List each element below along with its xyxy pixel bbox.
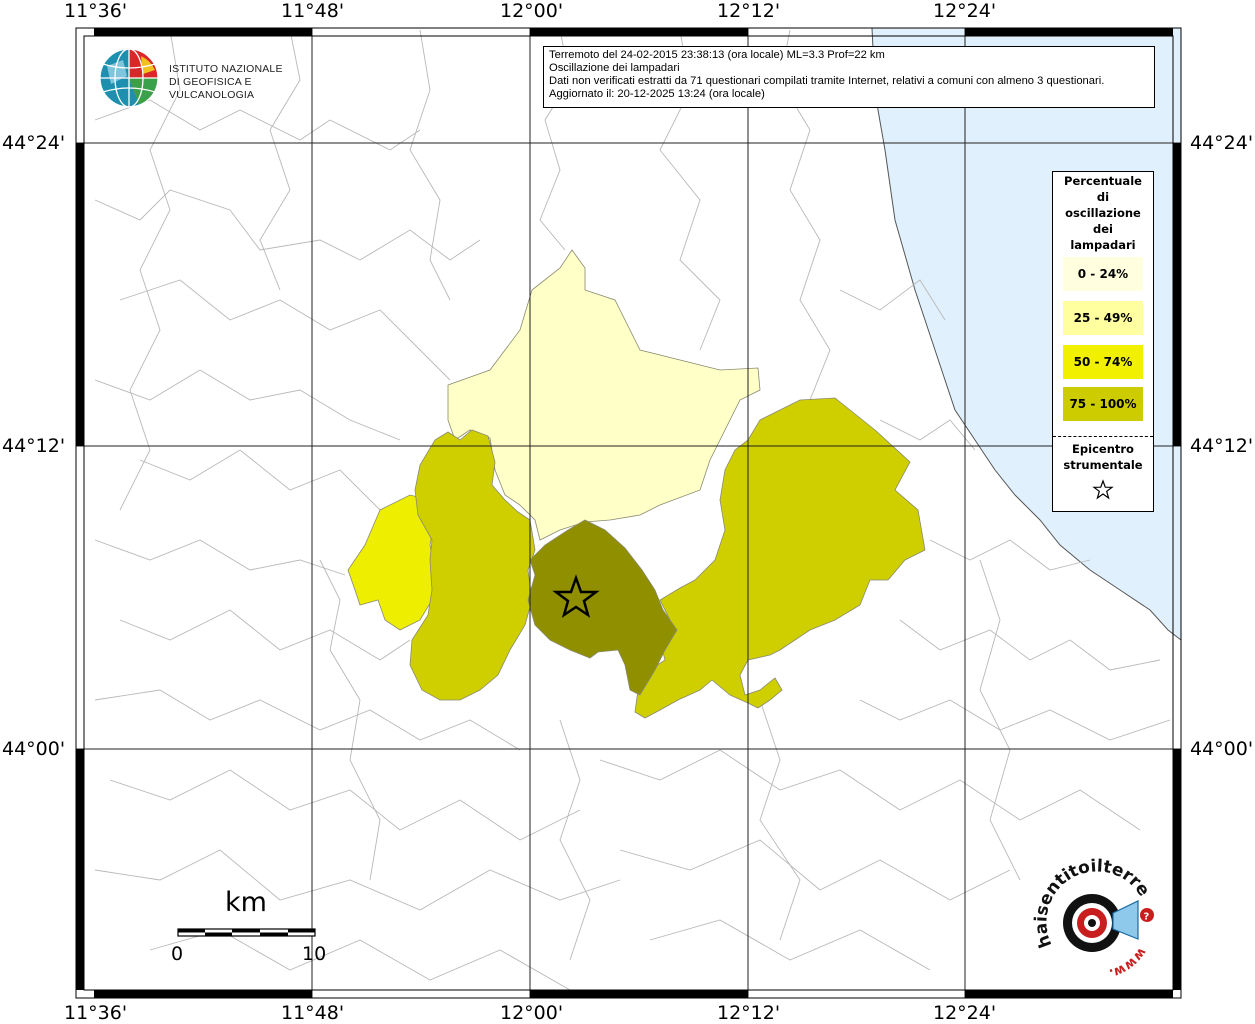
legend-swatch-25-49: 25 - 49% xyxy=(1063,301,1143,335)
lat-tick-left-1: 44°24' xyxy=(2,132,66,154)
lon-tick-bottom-3: 12°00' xyxy=(500,1002,564,1024)
event-info-line3: Dati non verificati estratti da 71 quest… xyxy=(549,75,1105,87)
scale-bar-end: 10 xyxy=(302,943,327,965)
lat-tick-right-2: 44°12' xyxy=(1190,435,1254,457)
haisentito-logo-icon: haisentitoilterremoto.it www. ? xyxy=(1021,840,1154,981)
ingv-logo-line1: ISTITUTO NAZIONALE xyxy=(169,63,283,75)
ingv-logo-line2: DI GEOFISICA E VULCANOLOGIA xyxy=(169,76,255,101)
lon-tick-bottom-2: 11°48' xyxy=(281,1002,345,1024)
legend-title-line2: di xyxy=(1096,190,1110,204)
lon-tick-top-4: 12°12' xyxy=(717,0,781,22)
haisentito-logo-prefix: www. xyxy=(1107,945,1149,981)
legend-epicenter-line2: strumentale xyxy=(1063,458,1143,472)
event-info-line4: Aggiornato il: 20-12-2025 13:24 (ora loc… xyxy=(549,88,765,100)
lon-tick-top-3: 12°00' xyxy=(500,0,564,22)
legend-epicenter-title: Epicentro strumentale xyxy=(1053,441,1153,473)
lon-tick-top-1: 11°36' xyxy=(64,0,128,22)
legend-divider xyxy=(1053,436,1153,437)
legend-title-line3: oscillazione xyxy=(1065,206,1141,220)
ingv-logo-text: ISTITUTO NAZIONALE DI GEOFISICA E VULCAN… xyxy=(169,63,319,102)
event-info-line1: Terremoto del 24-02-2015 23:38:13 (ora l… xyxy=(549,49,885,61)
ingv-globe-icon xyxy=(99,48,159,108)
legend-swatch-75-100: 75 - 100% xyxy=(1063,387,1143,421)
legend-title: Percentuale di oscillazione dei lampadar… xyxy=(1053,172,1153,253)
legend-title-line4: dei xyxy=(1093,222,1113,236)
legend-title-line5: lampadari xyxy=(1070,238,1136,252)
scale-bar-start: 0 xyxy=(171,943,184,965)
legend-title-line1: Percentuale xyxy=(1064,174,1142,188)
lon-tick-top-2: 11°48' xyxy=(281,0,345,22)
lon-tick-bottom-5: 12°24' xyxy=(933,1002,997,1024)
event-info-line2: Oscillazione dei lampadari xyxy=(549,62,680,74)
legend-epicenter-line1: Epicentro xyxy=(1072,442,1134,456)
scale-bar-unit: km xyxy=(225,887,267,918)
legend-swatch-0-24: 0 - 24% xyxy=(1063,257,1143,291)
lon-tick-top-5: 12°24' xyxy=(933,0,997,22)
lat-tick-left-3: 44°00' xyxy=(2,738,66,760)
lon-tick-bottom-4: 12°12' xyxy=(717,1002,781,1024)
lat-tick-left-2: 44°12' xyxy=(2,435,66,457)
lat-tick-right-1: 44°24' xyxy=(1190,132,1254,154)
ingv-logo: ISTITUTO NAZIONALE DI GEOFISICA E VULCAN… xyxy=(99,46,319,110)
event-info-box: Terremoto del 24-02-2015 23:38:13 (ora l… xyxy=(543,46,1155,108)
legend-swatch-50-74: 50 - 74% xyxy=(1063,345,1143,379)
legend-star-icon xyxy=(1092,479,1114,500)
svg-text:?: ? xyxy=(1144,912,1150,923)
lat-tick-right-3: 44°00' xyxy=(1190,738,1254,760)
legend: Percentuale di oscillazione dei lampadar… xyxy=(1052,171,1154,512)
scale-bar xyxy=(177,928,316,937)
haisentito-logo: haisentitoilterremoto.it www. ? xyxy=(1021,840,1170,985)
svg-text:www.: www. xyxy=(1107,945,1149,981)
lon-tick-bottom-1: 11°36' xyxy=(64,1002,128,1024)
